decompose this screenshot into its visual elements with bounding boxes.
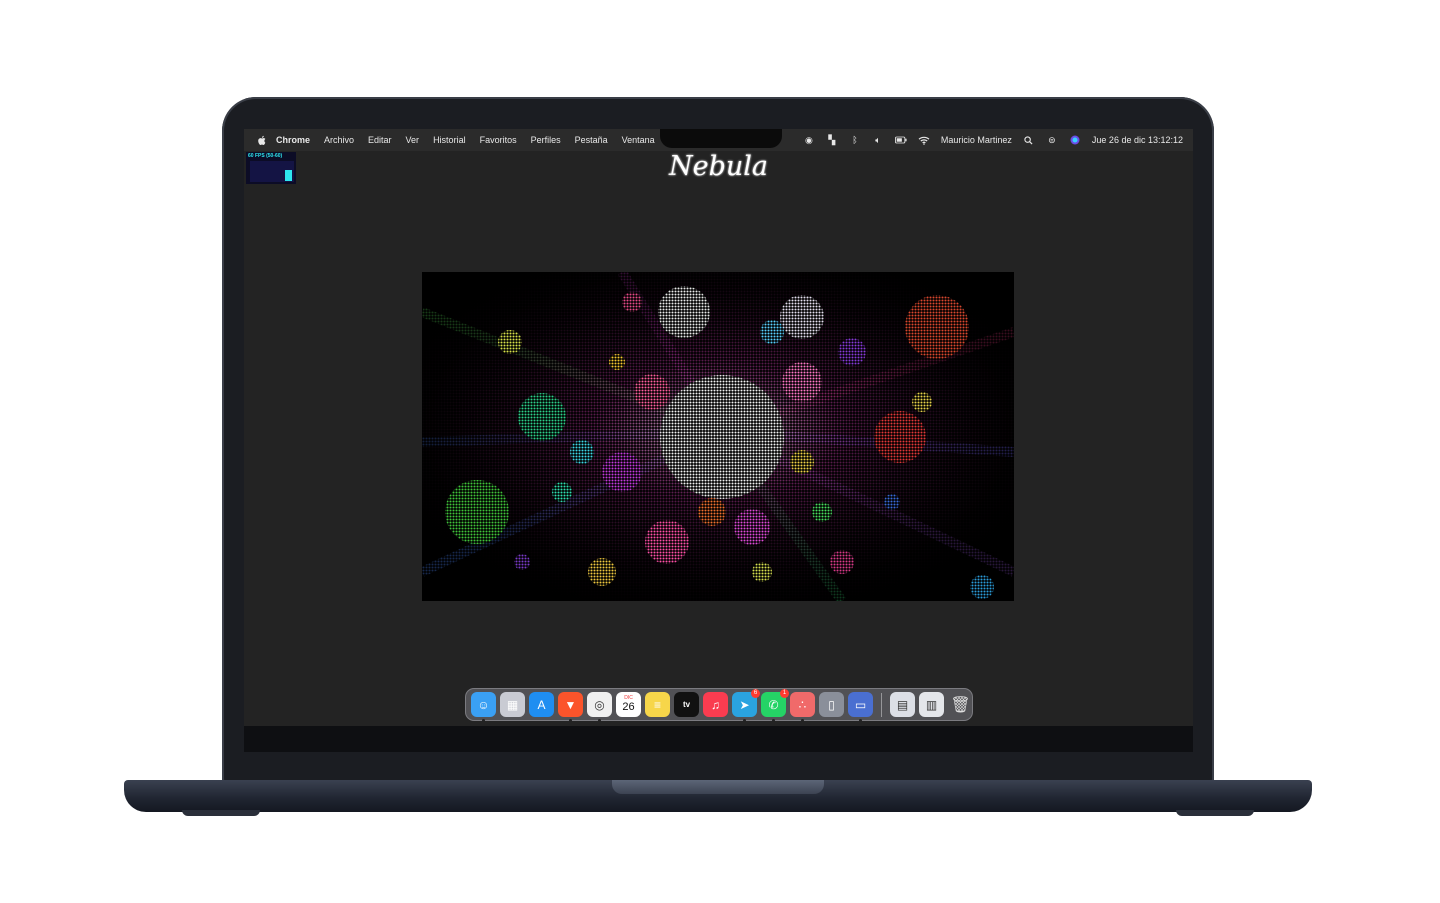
downloads-stack-icon: ▥ (925, 697, 938, 712)
battery-icon[interactable] (894, 134, 907, 146)
iphone-mirroring-icon: ▯ (828, 697, 835, 712)
screen-sharing-icon: ▭ (854, 697, 867, 712)
document-stack-icon: ▤ (896, 697, 909, 712)
laptop-bezel-bottom (244, 726, 1193, 752)
launchpad-icon: ▦ (506, 697, 519, 712)
dock-app-iphone-mirroring[interactable]: ▯ (819, 692, 844, 717)
menu-favoritos[interactable]: Favoritos (480, 135, 517, 145)
dock-app-chrome[interactable]: ◎ (587, 692, 612, 722)
finder-icon: ☺ (477, 697, 490, 712)
dock-app-apple-tv[interactable]: tv (674, 692, 699, 717)
dock-app-asana[interactable]: ∴ (790, 692, 815, 722)
siri-icon[interactable] (1069, 134, 1081, 146)
menu-archivo[interactable]: Archivo (324, 135, 354, 145)
user-name[interactable]: Mauricio Martinez (941, 135, 1012, 145)
bluetooth-icon[interactable]: ᛒ (849, 134, 861, 146)
notification-badge: 1 (780, 689, 789, 698)
menu-historial[interactable]: Historial (433, 135, 466, 145)
calendar-day: 26 (622, 701, 635, 713)
page-title: Nebula (668, 151, 768, 182)
menu-editar[interactable]: Editar (368, 135, 392, 145)
asana-icon: ∴ (798, 697, 807, 712)
brave-icon: ▼ (564, 697, 577, 712)
window-manager-icon[interactable]: ▚ (826, 134, 838, 146)
telegram-icon: ➤ (739, 697, 750, 712)
apple-logo-icon[interactable] (256, 134, 268, 146)
running-indicator (772, 719, 775, 722)
trash-icon: 🗑 (950, 696, 971, 714)
notification-badge: 6 (751, 689, 760, 698)
screen: Chrome Archivo Editar Ver Historial Favo… (244, 129, 1193, 726)
nebula-visual (422, 272, 1014, 601)
running-indicator (482, 719, 485, 722)
dock-app-telegram[interactable]: ➤ 6 (732, 689, 760, 722)
camera-notch (660, 129, 782, 148)
menu-clock[interactable]: Jue 26 de dic 13:12:12 (1092, 135, 1183, 145)
laptop-opening-notch (612, 780, 824, 794)
notes-icon: ≡ (653, 697, 661, 712)
running-indicator (801, 719, 804, 722)
dock-app-calendar[interactable]: DIC 26 (616, 692, 641, 717)
running-indicator (743, 719, 746, 722)
running-indicator (598, 719, 601, 722)
dock-app-notes[interactable]: ≡ (645, 692, 670, 717)
running-indicator (859, 719, 862, 722)
spotlight-search-icon[interactable] (1023, 134, 1035, 146)
status-area: ◉ ▚ ᛒ 🔈︎ Mauricio Martinez ⊜ Jue 26 de d… (803, 129, 1183, 151)
menu-ver[interactable]: Ver (406, 135, 420, 145)
dock-app-app-store[interactable]: A (529, 692, 554, 717)
menu-app-chrome[interactable]: Chrome (276, 135, 310, 145)
dock-app-downloads-stack[interactable]: ▥ (919, 692, 944, 717)
dock-app-screen-sharing[interactable]: ▭ (848, 692, 873, 722)
whatsapp-icon: ✆ (768, 697, 779, 712)
dock-separator (881, 692, 882, 717)
apple-tv-icon: tv (682, 700, 691, 709)
laptop-foot (182, 810, 260, 816)
menu-ventana[interactable]: Ventana (622, 135, 655, 145)
music-icon: ♫ (711, 697, 720, 712)
menu-pestana[interactable]: Pestaña (575, 135, 608, 145)
dock-app-whatsapp[interactable]: ✆ 1 (761, 689, 789, 722)
menu-bar: Chrome Archivo Editar Ver Historial Favo… (244, 129, 1193, 151)
dock: ☺ ▦ A ▼ ◎ DIC 26 ≡ tv ♫ ➤ 6 ✆ 1 ∴ ▯ ▭ ▤ ▥ 🗑 (465, 688, 973, 722)
wifi-icon[interactable] (918, 134, 930, 146)
dock-app-finder[interactable]: ☺ (471, 692, 496, 722)
dock-app-brave[interactable]: ▼ (558, 692, 583, 722)
dock-app-music[interactable]: ♫ (703, 692, 728, 717)
volume-icon[interactable]: 🔈︎ (872, 134, 884, 146)
laptop-foot (1176, 810, 1254, 816)
app-store-icon: A (537, 697, 546, 712)
dock-app-launchpad[interactable]: ▦ (500, 692, 525, 717)
creative-cloud-icon[interactable]: ◉ (803, 134, 815, 146)
menu-perfiles[interactable]: Perfiles (531, 135, 561, 145)
chrome-icon: ◎ (594, 697, 605, 712)
control-center-icon[interactable]: ⊜ (1046, 134, 1058, 146)
dock-app-preview-stack[interactable]: ▤ (890, 692, 915, 717)
nebula-canvas[interactable] (422, 272, 1014, 601)
dock-app-trash[interactable]: 🗑 (948, 692, 973, 717)
running-indicator (569, 719, 572, 722)
